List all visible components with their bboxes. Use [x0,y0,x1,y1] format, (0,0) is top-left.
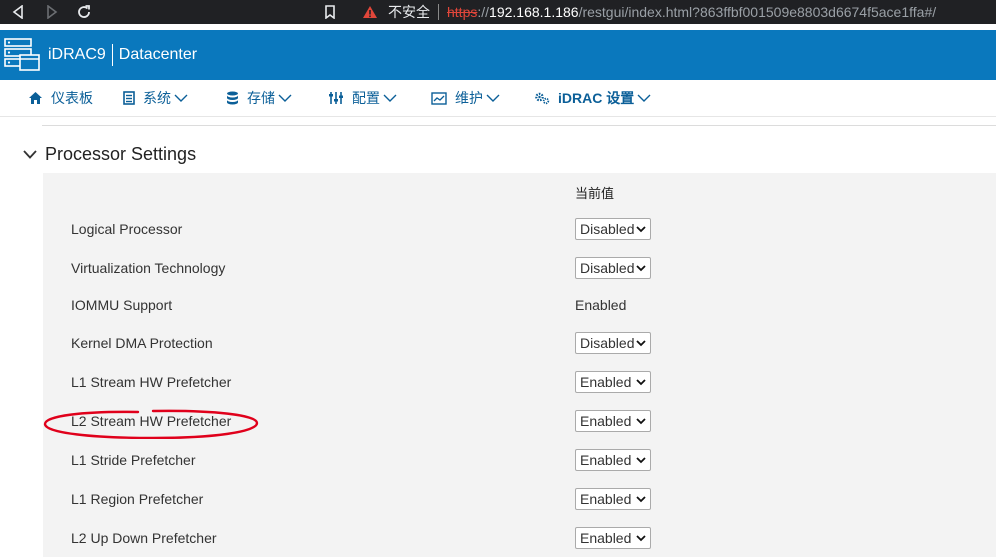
gears-icon [535,92,550,105]
setting-select[interactable]: Enabled [575,410,651,432]
sliders-icon [329,92,343,104]
chevron-down-icon [486,94,500,102]
dropdown-arrow-icon [636,535,646,542]
setting-row: Kernel DMA Protection Disabled [43,328,996,358]
select-value: Enabled [580,530,632,546]
reload-icon[interactable] [72,0,96,24]
chevron-down-icon [383,94,397,102]
setting-label: L1 Stream HW Prefetcher [71,374,232,390]
security-warning-label: 不安全 [388,4,430,20]
chevron-down-icon [174,94,188,102]
dropdown-arrow-icon [636,379,646,386]
setting-select[interactable]: Enabled [575,527,651,549]
product-name: iDRAC9 [48,46,106,63]
main-menu: 仪表板 系统 存储 配置 维护 iDRAC 设置 [0,80,996,117]
previous-section-edge [42,117,996,126]
menu-item-label: 配置 [352,90,380,106]
menu-item-storage[interactable]: 存储 [226,80,292,116]
url-separator: :// [477,4,490,20]
dropdown-arrow-icon [636,265,646,272]
server-icon [123,91,135,105]
menu-item-label: 维护 [455,90,483,106]
url-scheme: https [447,4,478,20]
dropdown-arrow-icon [636,457,646,464]
setting-label: Kernel DMA Protection [71,335,213,351]
setting-static-value: Enabled [575,297,627,313]
back-icon[interactable] [6,0,30,24]
menu-item-label: 存储 [247,90,275,106]
menu-item-label: 系统 [143,90,171,106]
select-value: Enabled [580,452,632,468]
setting-label: IOMMU Support [71,297,173,313]
setting-select[interactable]: Enabled [575,371,651,393]
setting-row: L1 Stride Prefetcher Enabled [43,445,996,475]
dropdown-arrow-icon [636,418,646,425]
product-edition: Datacenter [118,46,198,63]
forward-icon[interactable] [40,0,64,24]
warning-icon [363,6,377,18]
current-value-header: 当前值 [575,186,615,201]
select-value: Disabled [580,260,635,276]
url-divider [438,4,439,20]
section-toggle[interactable]: Processor Settings [0,139,196,169]
setting-select[interactable]: Disabled [575,332,651,354]
setting-row: Virtualization Technology Disabled [43,253,996,283]
app-header: iDRAC9 Datacenter [0,30,996,80]
settings-panel: 当前值 Logical Processor Disabled Virtualiz… [43,173,996,557]
main-content: Processor Settings 当前值 Logical Processor… [0,117,996,557]
annotation-circle [43,409,259,439]
chevron-down-icon [637,94,651,102]
menu-item-system[interactable]: 系统 [123,80,188,116]
dropdown-arrow-icon [636,340,646,347]
home-icon [29,92,42,104]
menu-item-maintenance[interactable]: 维护 [431,80,500,116]
chevron-down-icon [23,149,37,159]
setting-label: Logical Processor [71,221,183,237]
setting-select[interactable]: Disabled [575,257,651,279]
address-bar[interactable]: 不安全 https://192.168.1.186/restgui/index.… [350,0,996,24]
url-host: 192.168.1.186 [489,4,579,20]
menu-item-label: 仪表板 [51,90,93,106]
url-path: /restgui/index.html?863ffbf001509e8803d6… [578,4,937,20]
database-icon [227,91,238,105]
browser-toolbar: 不安全 https://192.168.1.186/restgui/index.… [0,0,996,24]
menu-item-configuration[interactable]: 配置 [328,80,397,116]
idrac-logo-icon [4,38,40,71]
chevron-down-icon [278,94,292,102]
setting-select[interactable]: Enabled [575,449,651,471]
setting-row: L2 Up Down Prefetcher Enabled [43,523,996,553]
section-title: Processor Settings [45,143,197,164]
bookmark-icon[interactable] [318,0,342,24]
setting-row: L1 Stream HW Prefetcher Enabled [43,367,996,397]
setting-row: Logical Processor Disabled [43,214,996,244]
setting-select[interactable]: Disabled [575,218,651,240]
menu-item-dashboard[interactable]: 仪表板 [28,80,93,116]
select-value: Enabled [580,374,632,390]
setting-label: L2 Up Down Prefetcher [71,530,217,546]
select-value: Enabled [580,491,632,507]
header-divider [111,44,113,66]
setting-label: L1 Region Prefetcher [71,491,204,507]
monitor-chart-icon [431,91,447,105]
setting-label: L1 Stride Prefetcher [71,452,196,468]
menu-item-label: iDRAC 设置 [558,90,635,106]
select-value: Disabled [580,221,635,237]
setting-row: IOMMU Support Enabled [43,290,996,320]
select-value: Disabled [580,335,635,351]
setting-select[interactable]: Enabled [575,488,651,510]
dropdown-arrow-icon [636,496,646,503]
select-value: Enabled [580,413,632,429]
dropdown-arrow-icon [636,226,646,233]
menu-item-idrac-settings[interactable]: iDRAC 设置 [534,80,651,116]
setting-label: Virtualization Technology [71,260,226,276]
setting-row: L1 Region Prefetcher Enabled [43,484,996,514]
